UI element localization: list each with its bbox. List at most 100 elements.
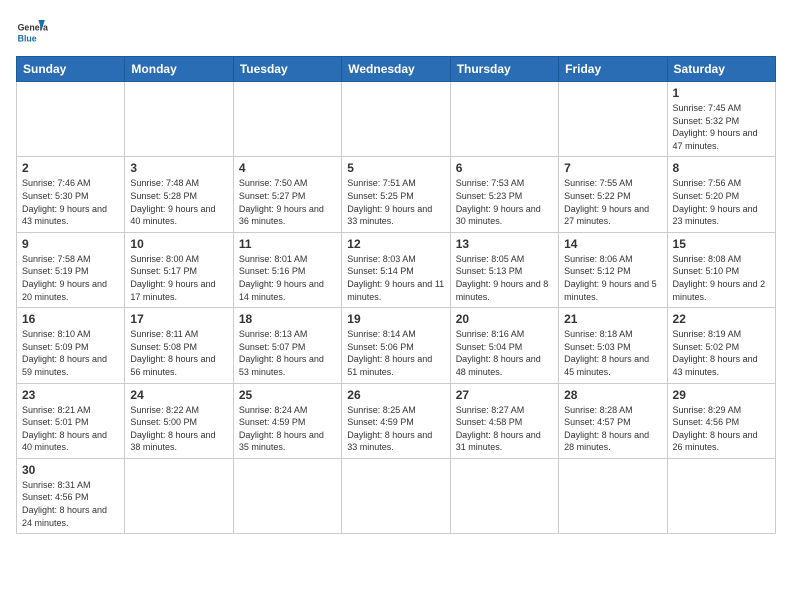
day-info: Sunrise: 8:05 AM Sunset: 5:13 PM Dayligh… (456, 253, 553, 303)
day-number: 8 (673, 161, 770, 175)
calendar-cell (559, 82, 667, 157)
day-number: 20 (456, 312, 553, 326)
calendar-week-row: 1 Sunrise: 7:45 AM Sunset: 5:32 PM Daylig… (17, 82, 776, 157)
day-number: 21 (564, 312, 661, 326)
calendar-cell (125, 458, 233, 533)
day-number: 27 (456, 388, 553, 402)
day-number: 7 (564, 161, 661, 175)
calendar-cell (233, 458, 341, 533)
weekday-header-row: SundayMondayTuesdayWednesdayThursdayFrid… (17, 57, 776, 82)
calendar-cell: 15 Sunrise: 8:08 AM Sunset: 5:10 PM Dayli… (667, 232, 775, 307)
calendar-cell (342, 82, 450, 157)
day-info: Sunrise: 8:08 AM Sunset: 5:10 PM Dayligh… (673, 253, 770, 303)
weekday-header-friday: Friday (559, 57, 667, 82)
day-number: 6 (456, 161, 553, 175)
calendar-cell: 18Sunrise: 8:13 AM Sunset: 5:07 PM Dayli… (233, 308, 341, 383)
day-number: 5 (347, 161, 444, 175)
day-info: Sunrise: 7:56 AM Sunset: 5:20 PM Dayligh… (673, 177, 770, 227)
calendar-cell (17, 82, 125, 157)
day-info: Sunrise: 8:24 AM Sunset: 4:59 PM Dayligh… (239, 404, 336, 454)
day-number: 15 (673, 237, 770, 251)
day-number: 1 (673, 86, 770, 100)
calendar-cell: 8 Sunrise: 7:56 AM Sunset: 5:20 PM Daylig… (667, 157, 775, 232)
weekday-header-sunday: Sunday (17, 57, 125, 82)
day-number: 10 (130, 237, 227, 251)
day-number: 12 (347, 237, 444, 251)
day-number: 24 (130, 388, 227, 402)
calendar-cell: 22 Sunrise: 8:19 AM Sunset: 5:02 PM Dayli… (667, 308, 775, 383)
calendar-page: GeneralBlue SundayMondayTuesdayWednesday… (0, 0, 792, 612)
weekday-header-saturday: Saturday (667, 57, 775, 82)
logo-icon: GeneralBlue (16, 16, 48, 48)
day-number: 11 (239, 237, 336, 251)
day-info: Sunrise: 7:46 AM Sunset: 5:30 PM Dayligh… (22, 177, 119, 227)
day-number: 30 (22, 463, 119, 477)
day-info: Sunrise: 8:00 AM Sunset: 5:17 PM Dayligh… (130, 253, 227, 303)
day-info: Sunrise: 7:45 AM Sunset: 5:32 PM Dayligh… (673, 102, 770, 152)
day-number: 22 (673, 312, 770, 326)
weekday-header-wednesday: Wednesday (342, 57, 450, 82)
day-info: Sunrise: 8:29 AM Sunset: 4:56 PM Dayligh… (673, 404, 770, 454)
calendar-cell (559, 458, 667, 533)
header: GeneralBlue (16, 16, 776, 48)
day-number: 2 (22, 161, 119, 175)
day-number: 25 (239, 388, 336, 402)
calendar-cell: 13 Sunrise: 8:05 AM Sunset: 5:13 PM Dayli… (450, 232, 558, 307)
calendar-cell (233, 82, 341, 157)
day-info: Sunrise: 8:18 AM Sunset: 5:03 PM Dayligh… (564, 328, 661, 378)
day-number: 28 (564, 388, 661, 402)
day-info: Sunrise: 7:50 AM Sunset: 5:27 PM Dayligh… (239, 177, 336, 227)
calendar-cell: 27 Sunrise: 8:27 AM Sunset: 4:58 PM Dayli… (450, 383, 558, 458)
day-number: 29 (673, 388, 770, 402)
svg-text:Blue: Blue (18, 34, 37, 44)
calendar-week-row: 30 Sunrise: 8:31 AM Sunset: 4:56 PM Dayli… (17, 458, 776, 533)
day-number: 23 (22, 388, 119, 402)
day-info: Sunrise: 8:19 AM Sunset: 5:02 PM Dayligh… (673, 328, 770, 378)
calendar-week-row: 23 Sunrise: 8:21 AM Sunset: 5:01 PM Dayli… (17, 383, 776, 458)
calendar-cell: 19Sunrise: 8:14 AM Sunset: 5:06 PM Dayli… (342, 308, 450, 383)
calendar-table: SundayMondayTuesdayWednesdayThursdayFrid… (16, 56, 776, 534)
day-info: Sunrise: 8:14 AM Sunset: 5:06 PM Dayligh… (347, 328, 444, 378)
calendar-cell (342, 458, 450, 533)
day-number: 4 (239, 161, 336, 175)
day-number: 13 (456, 237, 553, 251)
calendar-cell: 28 Sunrise: 8:28 AM Sunset: 4:57 PM Dayli… (559, 383, 667, 458)
calendar-cell: 3Sunrise: 7:48 AM Sunset: 5:28 PM Daylig… (125, 157, 233, 232)
day-info: Sunrise: 8:21 AM Sunset: 5:01 PM Dayligh… (22, 404, 119, 454)
weekday-header-tuesday: Tuesday (233, 57, 341, 82)
calendar-cell: 20 Sunrise: 8:16 AM Sunset: 5:04 PM Dayli… (450, 308, 558, 383)
day-info: Sunrise: 8:16 AM Sunset: 5:04 PM Dayligh… (456, 328, 553, 378)
calendar-cell: 17Sunrise: 8:11 AM Sunset: 5:08 PM Dayli… (125, 308, 233, 383)
calendar-cell: 26Sunrise: 8:25 AM Sunset: 4:59 PM Dayli… (342, 383, 450, 458)
calendar-cell: 5Sunrise: 7:51 AM Sunset: 5:25 PM Daylig… (342, 157, 450, 232)
calendar-cell: 4 Sunrise: 7:50 AM Sunset: 5:27 PM Daylig… (233, 157, 341, 232)
calendar-cell: 25 Sunrise: 8:24 AM Sunset: 4:59 PM Dayli… (233, 383, 341, 458)
calendar-cell: 10 Sunrise: 8:00 AM Sunset: 5:17 PM Dayli… (125, 232, 233, 307)
day-info: Sunrise: 7:53 AM Sunset: 5:23 PM Dayligh… (456, 177, 553, 227)
calendar-cell: 16 Sunrise: 8:10 AM Sunset: 5:09 PM Dayli… (17, 308, 125, 383)
day-info: Sunrise: 8:27 AM Sunset: 4:58 PM Dayligh… (456, 404, 553, 454)
calendar-cell (450, 458, 558, 533)
calendar-cell: 7 Sunrise: 7:55 AM Sunset: 5:22 PM Daylig… (559, 157, 667, 232)
day-number: 26 (347, 388, 444, 402)
day-info: Sunrise: 8:01 AM Sunset: 5:16 PM Dayligh… (239, 253, 336, 303)
calendar-cell: 6 Sunrise: 7:53 AM Sunset: 5:23 PM Daylig… (450, 157, 558, 232)
logo: GeneralBlue (16, 16, 48, 48)
calendar-cell: 29 Sunrise: 8:29 AM Sunset: 4:56 PM Dayli… (667, 383, 775, 458)
calendar-cell: 9 Sunrise: 7:58 AM Sunset: 5:19 PM Daylig… (17, 232, 125, 307)
calendar-cell (450, 82, 558, 157)
day-info: Sunrise: 7:55 AM Sunset: 5:22 PM Dayligh… (564, 177, 661, 227)
day-info: Sunrise: 8:13 AM Sunset: 5:07 PM Dayligh… (239, 328, 336, 378)
calendar-week-row: 16 Sunrise: 8:10 AM Sunset: 5:09 PM Dayli… (17, 308, 776, 383)
day-info: Sunrise: 8:10 AM Sunset: 5:09 PM Dayligh… (22, 328, 119, 378)
day-number: 14 (564, 237, 661, 251)
calendar-week-row: 2 Sunrise: 7:46 AM Sunset: 5:30 PM Daylig… (17, 157, 776, 232)
day-number: 9 (22, 237, 119, 251)
calendar-cell: 30 Sunrise: 8:31 AM Sunset: 4:56 PM Dayli… (17, 458, 125, 533)
day-number: 16 (22, 312, 119, 326)
day-info: Sunrise: 8:31 AM Sunset: 4:56 PM Dayligh… (22, 479, 119, 529)
day-info: Sunrise: 8:28 AM Sunset: 4:57 PM Dayligh… (564, 404, 661, 454)
calendar-cell: 24Sunrise: 8:22 AM Sunset: 5:00 PM Dayli… (125, 383, 233, 458)
day-info: Sunrise: 7:58 AM Sunset: 5:19 PM Dayligh… (22, 253, 119, 303)
day-info: Sunrise: 8:03 AM Sunset: 5:14 PM Dayligh… (347, 253, 444, 303)
